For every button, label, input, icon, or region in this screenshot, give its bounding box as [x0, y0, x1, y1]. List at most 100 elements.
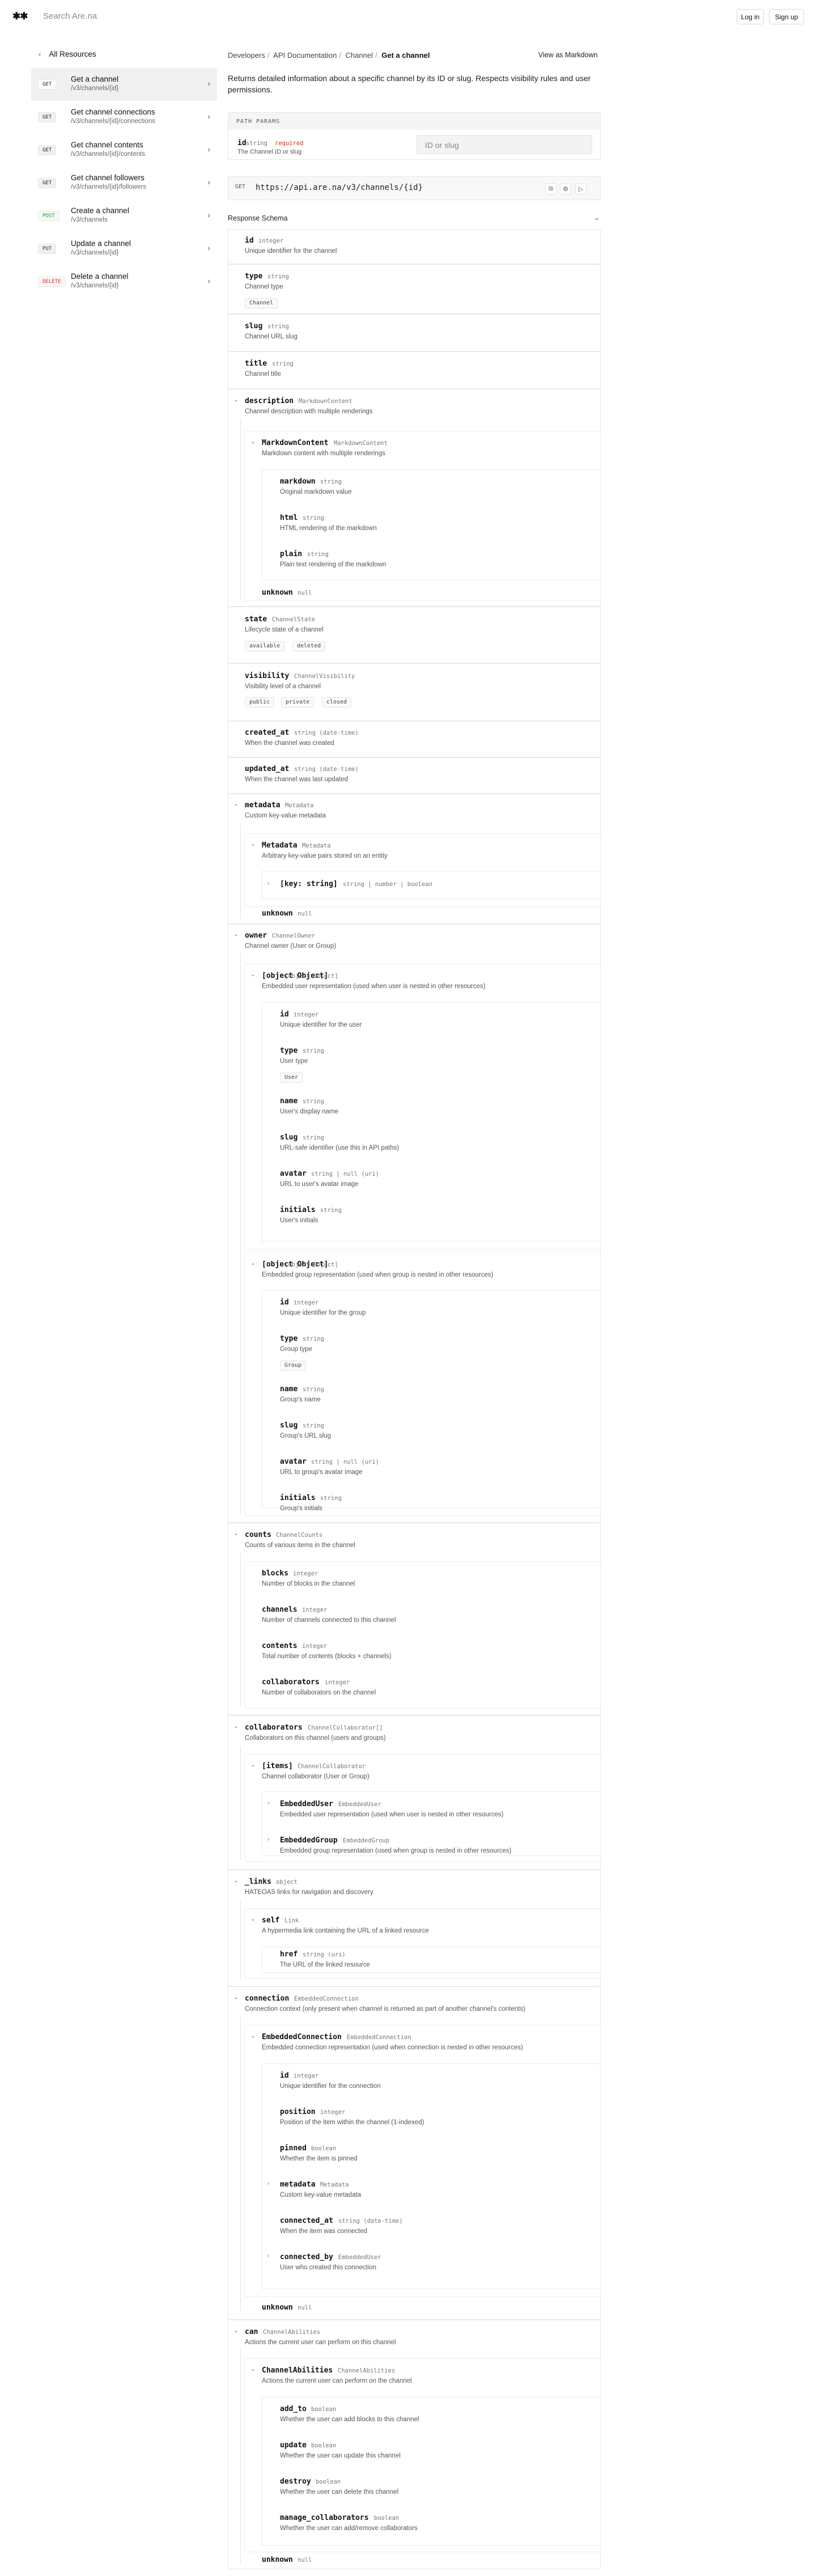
chevron-right-icon: › [207, 276, 210, 285]
field-desc: Group's name [280, 1396, 321, 1403]
method-badge: GET [38, 112, 57, 122]
field-name: slug [245, 322, 263, 331]
copy-icon[interactable]: ⧉ [545, 183, 556, 194]
field-type: string (uri) [303, 1951, 346, 1958]
chevron-down-icon[interactable]: ⌄ [233, 397, 238, 403]
sidebar-item-update-channel[interactable]: PUT Update a channel /v3/channels/{id} › [31, 232, 217, 265]
field-name: position [280, 2108, 316, 2116]
breadcrumb-api-documentation[interactable]: API Documentation [273, 51, 337, 60]
login-button[interactable]: Log in [737, 9, 764, 24]
chevron-down-icon[interactable]: ⌄ [250, 1260, 255, 1266]
all-resources-link[interactable]: ‹ All Resources [39, 50, 96, 58]
chevron-down-icon[interactable]: ⌄ [233, 931, 238, 938]
endpoint-path: /v3/channels/{id} [71, 249, 119, 256]
field-name: channels [262, 1605, 298, 1614]
chevron-down-icon[interactable]: ⌄ [250, 1916, 255, 1922]
chevron-down-icon[interactable]: ⌄ [250, 841, 255, 848]
tree-guide-line [240, 1746, 241, 1859]
sidebar-item-get-channel[interactable]: GET Get a channel /v3/channels/{id} › [31, 68, 217, 101]
signup-button[interactable]: Sign up [769, 9, 804, 24]
chevron-down-icon[interactable]: ⌄ [233, 1994, 238, 2001]
all-resources-label: All Resources [49, 50, 96, 58]
field-type: boolean [311, 2145, 337, 2152]
chevron-right-icon: › [207, 145, 210, 154]
field-desc: Embedded connection representation (used… [262, 2044, 523, 2051]
field-desc: Unique identifier for the channel [245, 248, 337, 255]
chevron-down-icon[interactable]: ⌄ [250, 439, 255, 445]
field-type: integer [294, 1299, 319, 1306]
field-desc: When the channel was created [245, 740, 334, 747]
field-name: type [280, 1334, 298, 1343]
search-input[interactable]: Search Are.na [43, 11, 97, 21]
chevron-right-icon: › [207, 177, 210, 187]
field-name: visibility [245, 672, 290, 680]
chevron-down-icon[interactable]: ⌄ [233, 1723, 238, 1730]
method-badge: PUT [38, 244, 57, 254]
chevron-right-icon[interactable]: › [267, 880, 269, 887]
breadcrumb-channel[interactable]: Channel [346, 51, 373, 60]
enum-value-pill: Group [280, 1361, 307, 1371]
chevron-down-icon[interactable]: ⌄ [233, 1531, 238, 1537]
chevron-right-icon[interactable]: › [267, 1836, 269, 1842]
chevron-down-icon[interactable]: ⌄ [250, 2366, 255, 2372]
chevron-right-icon[interactable]: › [267, 2253, 269, 2259]
sidebar-item-get-channel-contents[interactable]: GET Get channel contents /v3/channels/{i… [31, 134, 217, 167]
field-desc: Whether the user can delete this channel [280, 2489, 399, 2496]
settings-icon[interactable]: ⚙ [560, 183, 571, 194]
field-type: ChannelState [272, 616, 315, 623]
sidebar-item-get-channel-connections[interactable]: GET Get channel connections /v3/channels… [31, 101, 217, 134]
view-as-markdown-link[interactable]: View as Markdown [538, 51, 598, 59]
chevron-right-icon: › [207, 79, 210, 88]
breadcrumb-developers[interactable]: Developers [228, 51, 265, 60]
sidebar-item-get-channel-followers[interactable]: GET Get channel followers /v3/channels/{… [31, 167, 217, 200]
field-desc: The URL of the linked resource [280, 1961, 370, 1968]
chevron-right-icon[interactable]: › [267, 1800, 269, 1806]
response-schema-header[interactable]: Response Schema ⌄ [228, 214, 601, 222]
field-desc: HTML rendering of the markdown [280, 525, 377, 532]
field-desc: Embedded user representation (used when … [262, 983, 486, 990]
field-name: blocks [262, 1569, 288, 1578]
schema-field-id [228, 229, 601, 264]
tree-guide-line [240, 2349, 241, 2565]
field-type: null [298, 910, 312, 917]
tree-guide-line [240, 954, 241, 1515]
field-type: EmbeddedConnection [347, 2034, 411, 2041]
field-name: unknown [262, 909, 293, 918]
param-required: required [275, 140, 304, 147]
field-type: string [267, 273, 289, 280]
chevron-down-icon[interactable]: ⌄ [233, 1878, 238, 1884]
play-icon[interactable]: ▷ [575, 183, 586, 194]
sidebar-item-delete-channel[interactable]: DELETE Delete a channel /v3/channels/{id… [31, 265, 217, 298]
field-desc: A hypermedia link containing the URL of … [262, 1927, 429, 1934]
chevron-down-icon[interactable]: ⌄ [250, 2033, 255, 2039]
chevron-down-icon[interactable]: ⌄ [250, 1762, 255, 1768]
are-na-logo-icon[interactable]: ✱✱ [12, 11, 28, 22]
field-desc: Number of channels connected to this cha… [262, 1617, 396, 1624]
field-desc: Channel type [245, 283, 283, 290]
field-desc: Channel description with multiple render… [245, 408, 373, 415]
chevron-right-icon[interactable]: › [267, 2180, 269, 2187]
field-desc: Unique identifier for the connection [280, 2083, 381, 2090]
field-desc: URL-safe identifier (use this in API pat… [280, 1145, 400, 1151]
top-header: ✱✱ Search Are.na Log in Sign up [0, 0, 816, 33]
id-or-slug-input[interactable]: ID or slug [416, 135, 592, 154]
chevron-down-icon[interactable]: ⌄ [233, 801, 238, 807]
chevron-down-icon[interactable]: ⌄ [250, 972, 255, 978]
enum-value-pill: private [281, 697, 314, 707]
sidebar-item-create-channel[interactable]: POST Create a channel /v3/channels › [31, 200, 217, 232]
field-desc: Lifecycle state of a channel [245, 626, 324, 633]
chevron-down-icon[interactable]: ⌄ [233, 2328, 238, 2334]
endpoint-title: Delete a channel [71, 272, 129, 281]
field-type: Metadata [285, 802, 314, 809]
field-name: name [280, 1385, 298, 1393]
tree-guide-line [240, 823, 241, 920]
field-type: string [303, 515, 324, 522]
page-description: Returns detailed information about a spe… [228, 74, 591, 94]
field-desc: Custom key-value metadata [245, 812, 326, 819]
schema-field-state [228, 607, 601, 663]
field-type: string [303, 1048, 324, 1054]
field-name: unknown [262, 2303, 293, 2312]
field-desc: Position of the item within the channel … [280, 2119, 424, 2126]
field-desc: Group type [280, 1346, 312, 1353]
enum-value-pill: closed [322, 697, 352, 707]
